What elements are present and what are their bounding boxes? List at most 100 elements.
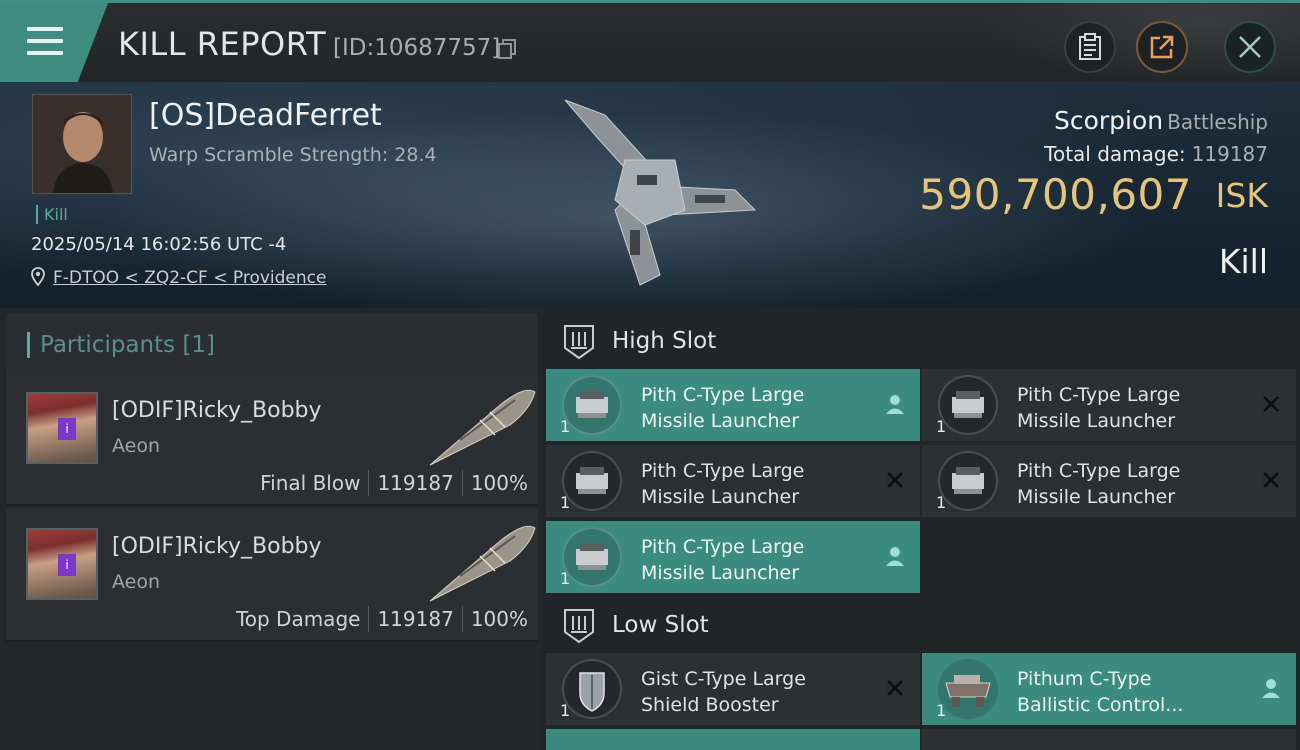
ship-class: Battleship xyxy=(1167,110,1268,134)
kill-timestamp: 2025/05/14 16:02:56 UTC -4 xyxy=(31,234,287,255)
participant-percent: 100% xyxy=(470,471,528,495)
low-slot-module-partial[interactable] xyxy=(546,729,920,750)
high-slot-label: High Slot xyxy=(612,328,717,354)
participant-name: [ODIF]Ricky_Bobby xyxy=(112,534,322,559)
high-slot-icon xyxy=(564,325,594,360)
x-icon xyxy=(1263,396,1279,412)
person-icon xyxy=(886,395,904,414)
victim-name[interactable]: [OS]DeadFerret xyxy=(149,98,382,133)
module-name: Pith C-Type Large Missile Launcher xyxy=(641,458,881,510)
person-icon xyxy=(1262,679,1280,698)
participants-panel: Participants [1] i [ODIF]Ricky_Bobby Aeo… xyxy=(0,308,542,750)
victim-portrait[interactable] xyxy=(32,94,132,194)
participants-label: Participants [1] xyxy=(40,332,215,358)
fitting-panel: High Slot 1 Pith C-Type Large Missile Lau… xyxy=(542,308,1300,750)
x-icon xyxy=(887,472,903,488)
high-slot-module[interactable]: 1 Pith C-Type Large Missile Launcher xyxy=(546,369,920,441)
divider xyxy=(461,470,463,496)
module-name: Pith C-Type Large Missile Launcher xyxy=(641,534,881,586)
close-icon xyxy=(1239,36,1261,58)
participant-row[interactable]: i [ODIF]Ricky_Bobby Aeon Top Damage 1191… xyxy=(6,508,538,642)
warp-scramble-strength: Warp Scramble Strength: 28.4 xyxy=(149,144,437,166)
module-name-line: Missile Launcher xyxy=(641,410,800,432)
high-slot-header: High Slot xyxy=(542,310,1300,370)
participant-ship-icon xyxy=(429,389,536,466)
x-icon xyxy=(887,680,903,696)
missile-launcher-icon xyxy=(562,451,622,511)
participant-stats: Final Blow 119187 100% xyxy=(260,470,528,496)
high-slot-module[interactable]: 1 Pith C-Type Large Missile Launcher xyxy=(546,445,920,517)
participant-stats: Top Damage 119187 100% xyxy=(236,606,528,632)
missile-launcher-icon xyxy=(562,375,622,435)
location-pin-icon xyxy=(31,267,45,286)
isk-unit: ISK xyxy=(1215,176,1268,215)
module-name-line: Pith C-Type Large xyxy=(1017,460,1181,482)
high-slot-module[interactable]: 1 Pith C-Type Large Missile Launcher xyxy=(922,445,1296,517)
module-name-line: Gist C-Type Large xyxy=(641,668,806,690)
participant-row[interactable]: i [ODIF]Ricky_Bobby Aeon Final Blow 1191… xyxy=(6,372,538,506)
module-name: Pith C-Type Large Missile Launcher xyxy=(1017,382,1257,434)
missile-launcher-icon xyxy=(562,527,622,587)
menu-button[interactable] xyxy=(0,3,108,82)
victim-avatar-image xyxy=(33,95,131,193)
module-name-line: Ballistic Control... xyxy=(1017,694,1184,716)
participant-corp: Aeon xyxy=(112,435,161,457)
page-title: KILL REPORT xyxy=(118,25,327,63)
participant-name: [ODIF]Ricky_Bobby xyxy=(112,398,322,423)
module-name-line: Pithum C-Type xyxy=(1017,668,1152,690)
total-damage-label: Total damage: xyxy=(1044,142,1186,166)
module-name: Pithum C-Type Ballistic Control... xyxy=(1017,666,1257,718)
missile-launcher-icon xyxy=(938,375,998,435)
module-name-line: Pith C-Type Large xyxy=(641,536,805,558)
module-name-line: Pith C-Type Large xyxy=(641,460,805,482)
role-badge-icon: i xyxy=(58,554,76,576)
participant-role: Top Damage xyxy=(235,607,361,631)
header-accent-bar xyxy=(27,332,30,358)
participant-role: Final Blow xyxy=(260,471,361,495)
divider xyxy=(368,470,370,496)
victim-summary: [OS]DeadFerret Warp Scramble Strength: 2… xyxy=(0,82,1300,308)
module-quantity: 1 xyxy=(936,493,947,512)
module-quantity: 1 xyxy=(560,569,571,588)
copy-icon[interactable] xyxy=(498,39,516,59)
kill-tag: Kill xyxy=(36,205,68,224)
module-name-line: Shield Booster xyxy=(641,694,779,716)
person-icon xyxy=(886,547,904,566)
participant-ship-icon xyxy=(429,525,536,602)
low-slot-module[interactable]: 1 Pithum C-Type Ballistic Control... xyxy=(922,653,1296,725)
participant-damage: 119187 xyxy=(377,471,454,495)
low-slot-module[interactable]: 1 Gist C-Type Large Shield Booster xyxy=(546,653,920,725)
victim-ship-image xyxy=(564,99,757,286)
module-name-line: Missile Launcher xyxy=(641,486,800,508)
module-name-line: Missile Launcher xyxy=(1017,486,1176,508)
module-name-line: Missile Launcher xyxy=(641,562,800,584)
ship-type[interactable]: Scorpion Battleship xyxy=(1054,106,1268,135)
low-slot-module-partial[interactable] xyxy=(922,729,1296,750)
hamburger-menu-icon xyxy=(27,27,63,55)
share-button[interactable] xyxy=(1136,21,1188,73)
ship-name: Scorpion xyxy=(1053,106,1164,135)
high-slot-module[interactable]: 1 Pith C-Type Large Missile Launcher xyxy=(922,369,1296,441)
title-bar: KILL REPORT [ID:10687757] xyxy=(0,0,1300,85)
high-slot-module[interactable]: 1 Pith C-Type Large Missile Launcher xyxy=(546,521,920,593)
participant-damage: 119187 xyxy=(377,607,454,631)
close-button[interactable] xyxy=(1224,21,1276,73)
ballistic-control-icon xyxy=(938,659,998,719)
isk-value: 590,700,607 xyxy=(919,170,1192,219)
divider xyxy=(461,606,463,632)
share-icon xyxy=(1150,35,1174,59)
participant-percent: 100% xyxy=(470,607,528,631)
module-name-line: Missile Launcher xyxy=(1017,410,1176,432)
module-quantity: 1 xyxy=(560,701,571,720)
x-icon xyxy=(1263,472,1279,488)
total-damage-value: 119187 xyxy=(1191,142,1268,166)
participant-corp: Aeon xyxy=(112,571,161,593)
location-link[interactable]: F-DTOO < ZQ2-CF < Providence xyxy=(53,268,326,288)
low-slot-label: Low Slot xyxy=(612,612,709,638)
role-badge-icon: i xyxy=(58,418,76,440)
missile-launcher-icon xyxy=(938,451,998,511)
clipboard-button[interactable] xyxy=(1064,21,1116,73)
low-slot-icon xyxy=(564,609,594,644)
module-quantity: 1 xyxy=(936,701,947,720)
participants-header: Participants [1] xyxy=(6,314,538,372)
